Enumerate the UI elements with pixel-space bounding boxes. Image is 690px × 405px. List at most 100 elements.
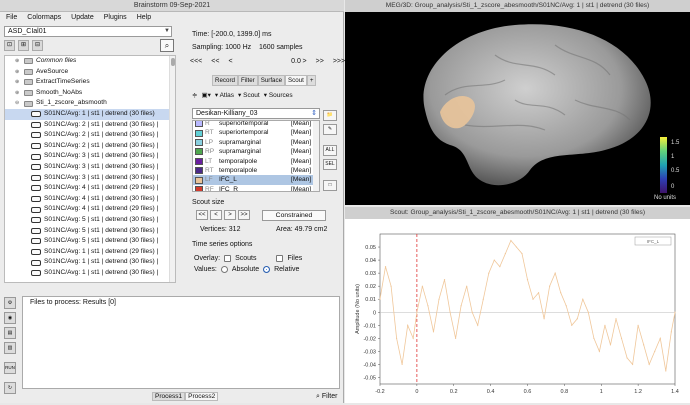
- scout-row[interactable]: LT temporalpole [Mean]: [193, 157, 319, 166]
- scout-row[interactable]: LF IFC_L [Mean]: [193, 175, 319, 185]
- values-absolute-label: Absolute: [231, 266, 260, 273]
- tree-label: S01NC/Avg: 1 | st1 | detrend (30 files): [44, 109, 155, 117]
- expand-toggle-icon[interactable]: ⊕: [15, 67, 21, 78]
- folder-icon[interactable]: 📁: [323, 110, 337, 121]
- scout-row[interactable]: RT superiortemporal [Mean]: [193, 128, 319, 137]
- run-button[interactable]: RUN: [4, 362, 16, 374]
- tree-folder[interactable]: ⊕ ExtractTimeSeries: [5, 77, 175, 88]
- select-button[interactable]: SEL: [323, 159, 337, 170]
- tree-label: S01NC/Avg: 1 | st1 | detrend (30 files) …: [44, 268, 159, 276]
- tree-item[interactable]: S01NC/Avg: 1 | st1 | detrend (30 files): [5, 108, 175, 120]
- nav-back-3-button[interactable]: <<<: [190, 58, 202, 65]
- menu-update[interactable]: Update: [71, 12, 94, 24]
- nav-back-1-button[interactable]: <: [228, 58, 232, 65]
- overlay-scouts-checkbox[interactable]: [224, 255, 232, 262]
- colorbar[interactable]: [660, 137, 667, 193]
- tab-process1[interactable]: Process1: [152, 392, 186, 401]
- tree-folder[interactable]: ⊕ Common files: [5, 56, 175, 67]
- expand-toggle-icon[interactable]: ⊕: [15, 56, 21, 67]
- stack-icon[interactable]: ▤: [4, 327, 16, 339]
- tree-item[interactable]: S01NC/Avg: 2 | st1 | detrend (30 files) …: [5, 130, 175, 141]
- menu-file[interactable]: File: [6, 12, 17, 24]
- tree-item[interactable]: S01NC/Avg: 2 | st1 | detrend (30 files) …: [5, 141, 175, 152]
- refresh-icon[interactable]: ↻: [4, 382, 16, 394]
- tree-item[interactable]: S01NC/Avg: 2 | st1 | detrend (30 files) …: [5, 120, 175, 131]
- expand-toggle-icon[interactable]: ⊖: [15, 98, 21, 109]
- process-icon[interactable]: ⚙: [4, 297, 16, 309]
- functional-conditions-icon[interactable]: ⊟: [32, 40, 43, 51]
- scout-name: superiortemporal: [219, 129, 269, 137]
- tree-item[interactable]: S01NC/Avg: 5 | st1 | detrend (30 files) …: [5, 215, 175, 226]
- tree-folder[interactable]: ⊕ AveSource: [5, 67, 175, 78]
- menu-help[interactable]: Help: [137, 12, 151, 24]
- square-icon[interactable]: □: [323, 180, 337, 191]
- functional-subjects-icon[interactable]: ⊞: [18, 40, 29, 51]
- select-all-button[interactable]: ALL: [323, 145, 337, 156]
- tab-scout[interactable]: Scout: [285, 75, 307, 86]
- tree-item[interactable]: S01NC/Avg: 1 | st1 | detrend (30 files) …: [5, 257, 175, 268]
- anatomy-view-icon[interactable]: ⊡: [4, 40, 15, 51]
- tab-surface[interactable]: Surface: [257, 75, 286, 86]
- 3d-viewer[interactable]: [345, 0, 690, 205]
- tree-folder[interactable]: ⊖ Sti_1_zscore_absmooth: [5, 98, 175, 109]
- menu-plugins[interactable]: Plugins: [104, 12, 127, 24]
- values-absolute-radio[interactable]: [220, 266, 228, 273]
- tree-label: S01NC/Avg: 5 | st1 | detrend (30 files) …: [44, 237, 159, 245]
- files-to-process-box[interactable]: [22, 296, 340, 389]
- scout-row[interactable]: RF IFC_R [Mean]: [193, 185, 319, 191]
- tree-scrollbar[interactable]: [169, 56, 175, 282]
- tab-process2[interactable]: Process2: [185, 392, 219, 401]
- tree-item[interactable]: S01NC/Avg: 4 | st1 | detrend (29 files) …: [5, 204, 175, 215]
- tree-folder[interactable]: ⊕ Smooth_NoAbs: [5, 88, 175, 99]
- filter-button[interactable]: ⌕ Filter: [316, 393, 337, 401]
- tree-item[interactable]: S01NC/Avg: 5 | st1 | detrend (30 files) …: [5, 236, 175, 247]
- tree-item[interactable]: S01NC/Avg: 3 | st1 | detrend (30 files) …: [5, 162, 175, 173]
- menu-colormaps[interactable]: Colormaps: [27, 12, 61, 24]
- size-grow-button[interactable]: >: [224, 210, 236, 220]
- expand-toggle-icon[interactable]: ⊕: [15, 88, 21, 99]
- tree-item[interactable]: S01NC/Avg: 4 | st1 | detrend (30 files) …: [5, 194, 175, 205]
- atlas-menu[interactable]: ▾ Atlas: [215, 91, 234, 99]
- size-grow-more-button[interactable]: >>: [238, 210, 250, 220]
- vertices-count: Vertices: 312: [200, 226, 241, 233]
- chart-svg[interactable]: 0.05 0.04 0.03 0.02 0.01 0 -0.01 -0.02 -0.03 -0.0…: [345, 219, 690, 403]
- database-tree: ⊕ Common files ⊕ AveSource ⊕ ExtractTimeSerie…: [4, 55, 176, 283]
- current-time-value[interactable]: 0.0: [270, 58, 322, 65]
- sources-menu[interactable]: ▾ Sources: [264, 91, 293, 99]
- scout-row[interactable]: LP supramarginal [Mean]: [193, 138, 319, 147]
- values-relative-radio[interactable]: [263, 266, 271, 273]
- protocol-select[interactable]: ASD_CIal01 ▼: [4, 26, 172, 37]
- expand-toggle-icon[interactable]: ⊕: [15, 77, 21, 88]
- display-icon[interactable]: ▣▾: [201, 91, 210, 99]
- size-shrink-button[interactable]: <: [210, 210, 222, 220]
- brain-icon[interactable]: ◉: [4, 312, 16, 324]
- series-point: [384, 266, 387, 268]
- tree-scroll-thumb[interactable]: [171, 58, 175, 66]
- constrained-toggle[interactable]: Constrained: [262, 210, 326, 221]
- brain-surface[interactable]: [345, 0, 690, 205]
- scout-timeseries-plot[interactable]: 0.05 0.04 0.03 0.02 0.01 0 -0.01 -0.02 -0.03 -0.0…: [345, 219, 690, 403]
- hierarchy-icon[interactable]: ≑: [192, 91, 197, 99]
- atlas-select[interactable]: Desikan-Killiany_03 ⇕: [192, 108, 320, 119]
- scout-menu[interactable]: ▾ Scout: [238, 91, 260, 99]
- tree-item[interactable]: S01NC/Avg: 1 | st1 | detrend (30 files) …: [5, 268, 175, 279]
- scout-row[interactable]: RP supramarginal [Mean]: [193, 147, 319, 156]
- nav-back-2-button[interactable]: <<: [211, 58, 219, 65]
- tree-item[interactable]: S01NC/Avg: 5 | st1 | detrend (30 files) …: [5, 226, 175, 237]
- tab-add[interactable]: +: [306, 75, 317, 86]
- tab-record[interactable]: Record: [212, 75, 238, 86]
- scout-list-scrollbar[interactable]: [313, 121, 319, 191]
- tree-item[interactable]: S01NC/Avg: 3 | st1 | detrend (30 files) …: [5, 173, 175, 184]
- pencil-icon[interactable]: ✎: [323, 124, 337, 135]
- tab-filter[interactable]: Filter: [237, 75, 258, 86]
- nav-forward-3-button[interactable]: >>>: [333, 58, 345, 65]
- size-shrink-more-button[interactable]: <<: [196, 210, 208, 220]
- overlay-files-checkbox[interactable]: [276, 255, 284, 262]
- tree-item[interactable]: S01NC/Avg: 3 | st1 | detrend (30 files) …: [5, 151, 175, 162]
- scout-row[interactable]: RT temporalpole [Mean]: [193, 166, 319, 175]
- tree-item[interactable]: S01NC/Avg: 4 | st1 | detrend (29 files) …: [5, 183, 175, 194]
- search-icon[interactable]: ⌕: [160, 39, 174, 52]
- tree-item[interactable]: S01NC/Avg: 1 | st1 | detrend (29 files) …: [5, 247, 175, 258]
- scout-row[interactable]: Rsuperiortemporal [Mean]: [193, 121, 319, 128]
- layers-icon[interactable]: ▥: [4, 342, 16, 354]
